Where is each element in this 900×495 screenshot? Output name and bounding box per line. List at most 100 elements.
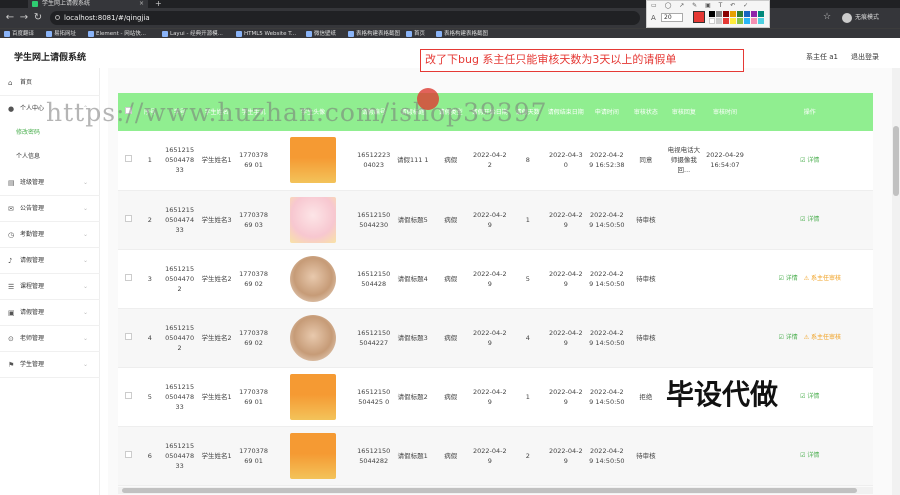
color-swatch[interactable]	[716, 11, 722, 17]
detail-button[interactable]: ☑ 详情	[778, 334, 797, 341]
cell-sid: 165121505044702	[165, 323, 195, 352]
bookmark-item[interactable]: HTML5 Website T...	[236, 29, 296, 39]
cell-days: 5	[525, 274, 530, 283]
bookmark-icon	[306, 31, 312, 37]
vertical-scroll-thumb[interactable]	[893, 126, 899, 196]
bookmark-item[interactable]: 表格构建表格截图	[348, 29, 400, 39]
cell-sid: 1651215050447833	[165, 441, 195, 470]
bookmark-item[interactable]: 首页	[406, 29, 425, 39]
cell-start: 2022-04-29	[472, 387, 507, 406]
sidebar-item-notice[interactable]: ✉ 公告管理 ⌄	[0, 196, 100, 222]
bookmark-item[interactable]: Layui - 经典开源模...	[162, 29, 223, 39]
cell-type: 病假	[444, 392, 458, 401]
cell-idx: 5	[147, 392, 152, 401]
color-swatch[interactable]	[709, 18, 715, 24]
forward-icon[interactable]: →	[18, 12, 30, 24]
bookmark-icon	[162, 31, 168, 37]
vertical-scrollbar[interactable]	[892, 68, 900, 495]
bookmark-item[interactable]: 易拓网址	[46, 29, 76, 39]
cell-apply: 2022-04-29 14:50:50	[589, 387, 625, 406]
color-swatch[interactable]	[744, 18, 750, 24]
close-tab-icon[interactable]: ×	[139, 0, 144, 8]
review-button[interactable]: ⚠ 系主任审核	[804, 275, 841, 282]
color-swatch[interactable]	[758, 11, 764, 17]
profile-button[interactable]: 无痕模式	[842, 12, 879, 24]
cell-phone: 177037869 01	[239, 446, 269, 465]
back-icon[interactable]: ←	[4, 12, 16, 24]
cell-reply	[664, 308, 703, 367]
new-tab-icon[interactable]: +	[155, 0, 162, 8]
row-checkbox[interactable]	[124, 332, 132, 340]
cell-sid: 165121505044702	[165, 264, 195, 293]
row-checkbox[interactable]	[124, 450, 132, 458]
color-swatch[interactable]	[751, 11, 757, 17]
bookmark-item[interactable]: 百度翻译	[4, 29, 34, 39]
bookmark-item[interactable]: Element - 网站快...	[88, 29, 146, 39]
row-select-cell[interactable]	[118, 308, 139, 367]
sidebar-item-leave[interactable]: ♪ 请假管理 ⌄	[0, 248, 100, 274]
row-checkbox[interactable]	[124, 391, 132, 399]
sidebar-item-student[interactable]: ⚑ 学生管理 ⌄	[0, 352, 100, 378]
cell-type: 病假	[444, 274, 458, 283]
sidebar-item-class[interactable]: ▤ 班级管理 ⌄	[0, 170, 100, 196]
color-swatch[interactable]	[709, 11, 715, 17]
current-color-swatch[interactable]	[693, 11, 705, 23]
color-swatch[interactable]	[737, 11, 743, 17]
row-select-cell[interactable]	[118, 190, 139, 249]
sidebar-item-course[interactable]: ☰ 课程管理 ⌄	[0, 274, 100, 300]
site-info-icon[interactable]	[55, 15, 60, 20]
row-checkbox[interactable]	[124, 273, 132, 281]
bookmark-star-icon[interactable]: ☆	[823, 12, 831, 22]
cell-idx: 6	[147, 451, 152, 460]
color-swatch[interactable]	[730, 11, 736, 17]
color-swatch[interactable]	[737, 18, 743, 24]
color-swatch[interactable]	[758, 18, 764, 24]
sidebar-subitem-info[interactable]: 个人信息	[0, 146, 100, 168]
user-icon: ●	[8, 105, 15, 113]
row-select-cell[interactable]	[118, 426, 139, 485]
chevron-down-icon: ⌄	[82, 361, 88, 368]
font-size-select[interactable]: 20	[661, 13, 683, 22]
detail-button[interactable]: ☑ 详情	[778, 275, 797, 282]
sidebar-item-teacher[interactable]: ⊙ 老师管理 ⌄	[0, 326, 100, 352]
color-swatch[interactable]	[723, 18, 729, 24]
row-checkbox[interactable]	[124, 214, 132, 222]
avatar-cell	[272, 367, 354, 426]
browser-tab[interactable]: 学生网上请假系统 ×	[28, 0, 148, 8]
watermark: https://www.huzhan.com/ishop39397	[46, 98, 548, 127]
color-swatch[interactable]	[751, 18, 757, 24]
address-bar[interactable]: localhost:8081/#/qingjia	[50, 11, 640, 25]
cell-type: 病假	[444, 156, 458, 165]
sidebar-item-leave-2[interactable]: ▣ 请假管理 ⌄	[0, 300, 100, 326]
row-checkbox[interactable]	[124, 155, 132, 163]
color-swatch[interactable]	[716, 18, 722, 24]
reload-icon[interactable]: ↻	[32, 12, 44, 24]
cell-title: 请假标题1	[397, 451, 428, 460]
avatar	[290, 137, 337, 184]
row-select-cell[interactable]	[118, 249, 139, 308]
sidebar-item-home[interactable]: ⌂ 首页	[0, 70, 100, 96]
detail-button[interactable]: ☑ 详情	[800, 216, 819, 223]
cell-sname: 学生姓名1	[201, 156, 232, 165]
horizontal-scrollbar[interactable]	[118, 487, 873, 494]
actions-cell: ☑ 详情 ⚠ 系主任审核	[747, 249, 873, 308]
detail-button[interactable]: ☑ 详情	[800, 157, 819, 164]
row-select-cell[interactable]	[118, 367, 139, 426]
leave-table: 序号 学号 学生姓名 学生手机 学生头像 请假编号 请假标题 请假类型 请假开始日期 请假天数 请假…	[118, 93, 873, 486]
bookmark-item[interactable]: 表格构建表格截图	[436, 29, 488, 39]
detail-button[interactable]: ☑ 详情	[800, 393, 819, 400]
color-swatch[interactable]	[744, 11, 750, 17]
bookmark-item[interactable]: 微信壁纸	[306, 29, 336, 39]
sidebar-item-attendance[interactable]: ◷ 考勤管理 ⌄	[0, 222, 100, 248]
horizontal-scroll-thumb[interactable]	[122, 488, 857, 493]
table-row: 2 1651215050447433 学生姓名3 177037869 03 165121…	[118, 190, 873, 249]
review-button[interactable]: ⚠ 系主任审核	[804, 334, 841, 341]
annotation-tools-row[interactable]: ▭ ◯ ↗ ✎ ▣ T ↶ ✓	[651, 2, 751, 9]
color-swatch[interactable]	[723, 11, 729, 17]
row-select-cell[interactable]	[118, 131, 139, 190]
detail-button[interactable]: ☑ 详情	[800, 452, 819, 459]
table-row: 6 1651215050447833 学生姓名1 177037869 01 165121…	[118, 426, 873, 485]
logout-link[interactable]: 退出登录	[851, 52, 879, 62]
color-swatch[interactable]	[730, 18, 736, 24]
cell-title: 请假标题3	[397, 333, 428, 342]
